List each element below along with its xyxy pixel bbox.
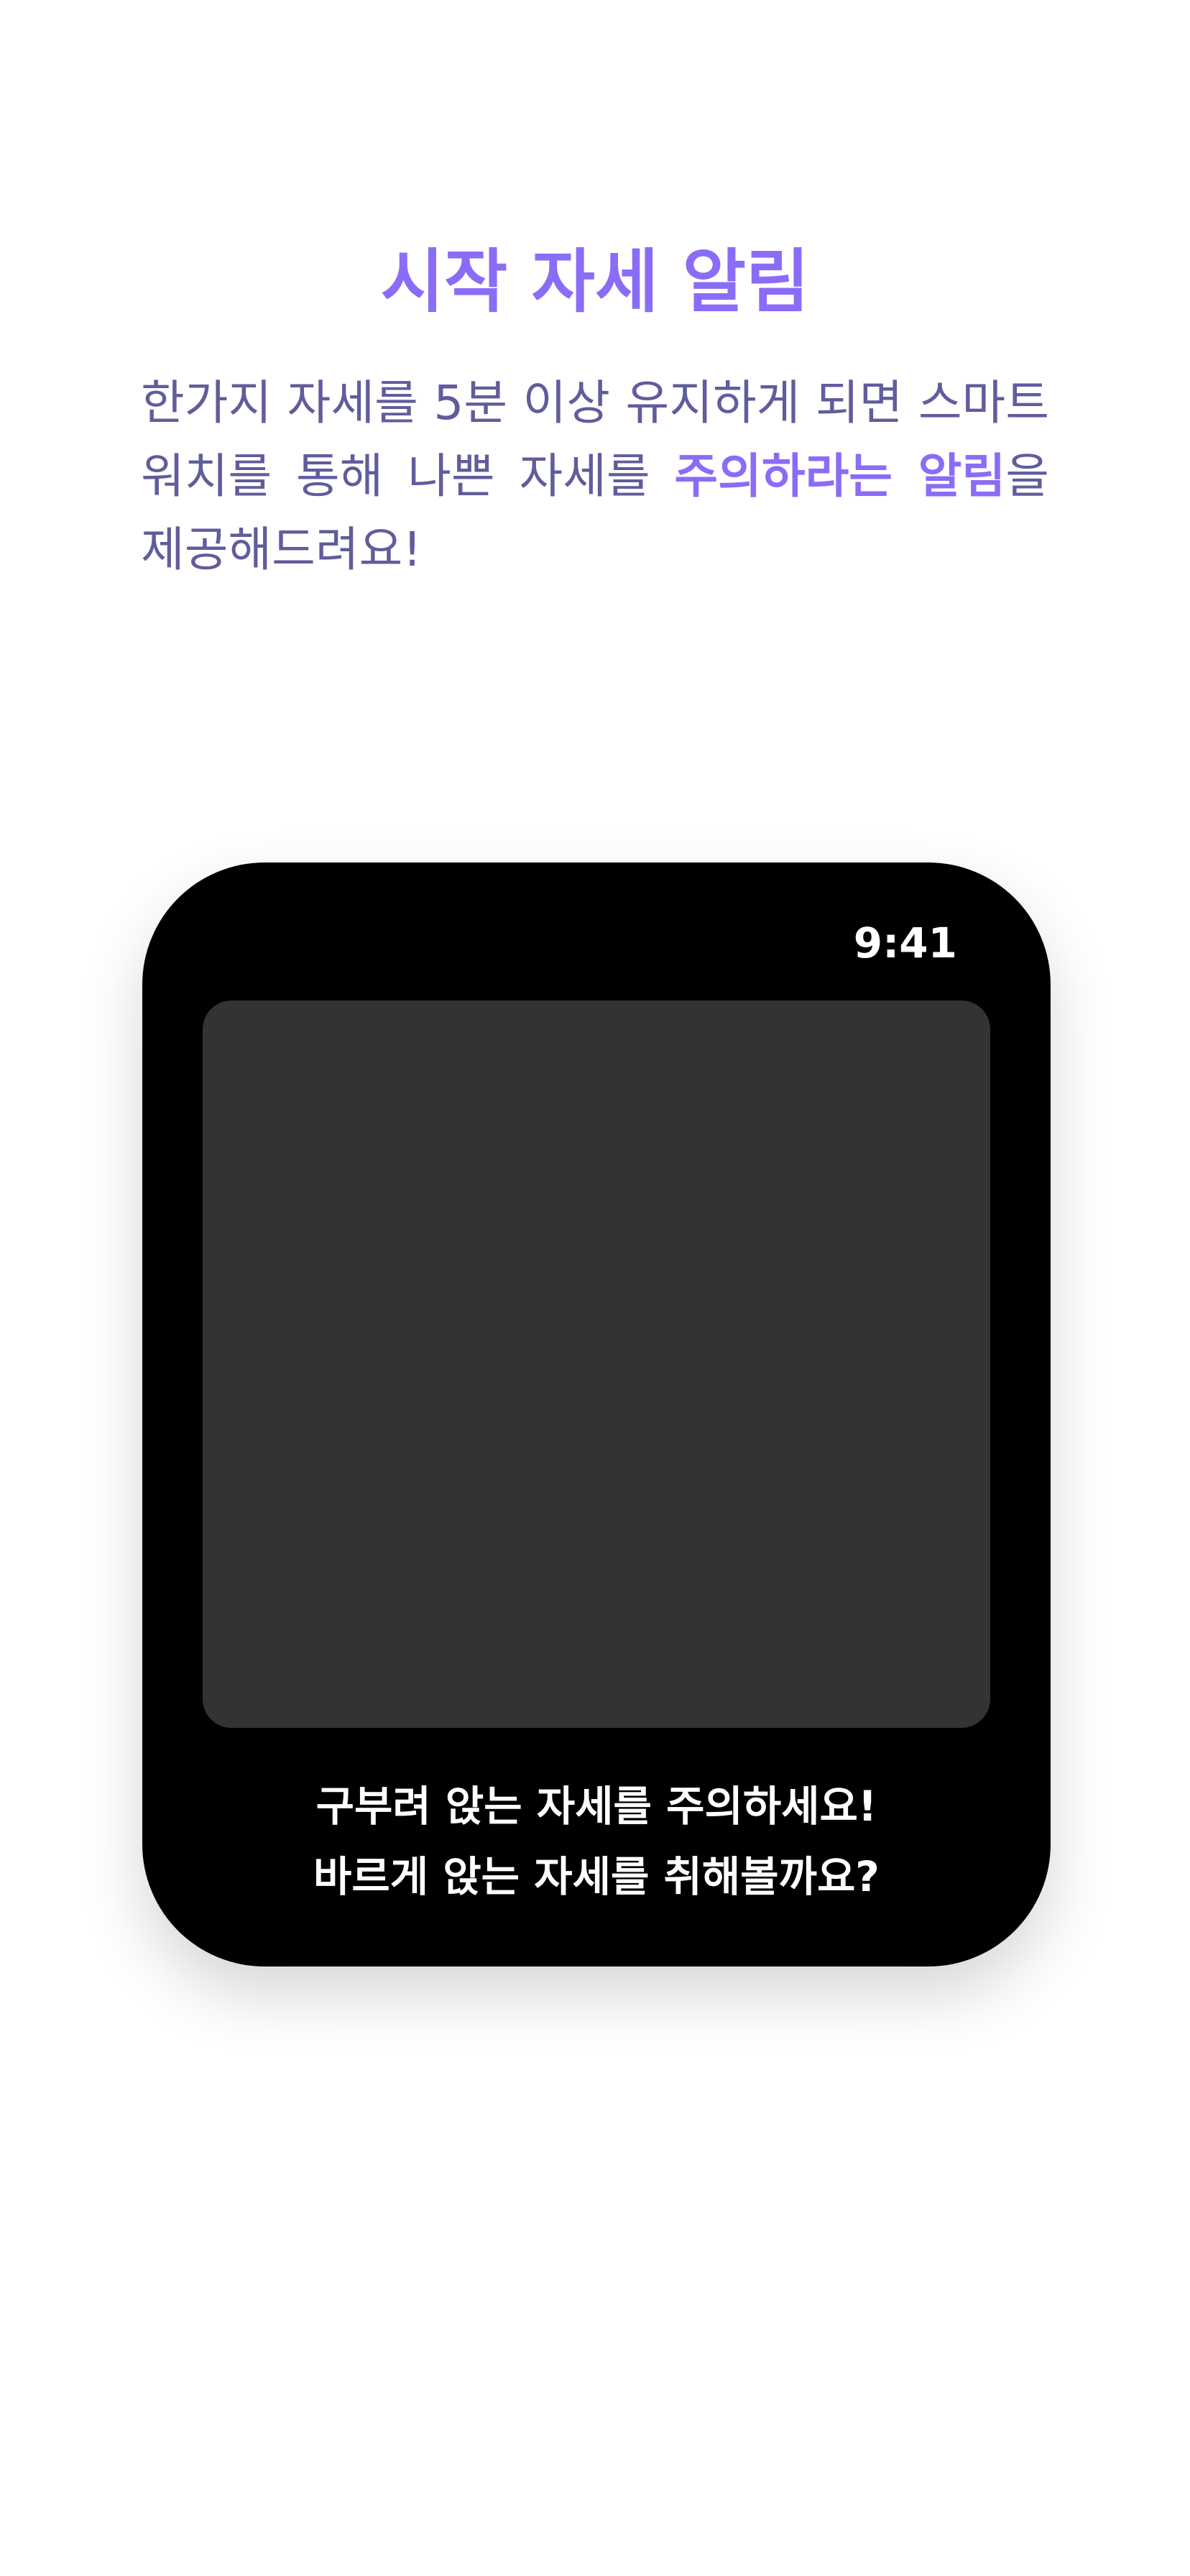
watch-notification-message: 구부려 앉는 자세를 주의하세요! 바르게 앉는 자세를 취해볼까요? [142,1771,1051,1912]
description-highlight: 주의하라는 알림 [674,448,1006,504]
page-title: 시작 자세 알림 [380,242,810,322]
onboarding-page: 시작 자세 알림 한가지 자세를 5분 이상 유지하게 되면 스마트 워치를 통… [0,0,1190,2576]
watch-notification-image-placeholder [203,1000,990,1728]
watch-message-line-2: 바르게 앉는 자세를 취해볼까요? [313,1852,880,1901]
watch-status-time: 9:41 [853,919,957,967]
watch-message-line-1: 구부려 앉는 자세를 주의하세요! [315,1782,877,1831]
page-description: 한가지 자세를 5분 이상 유지하게 되면 스마트 워치를 통해 나쁜 자세를 … [141,367,1049,586]
smartwatch-mockup: 9:41 구부려 앉는 자세를 주의하세요! 바르게 앉는 자세를 취해볼까요? [142,862,1051,1966]
